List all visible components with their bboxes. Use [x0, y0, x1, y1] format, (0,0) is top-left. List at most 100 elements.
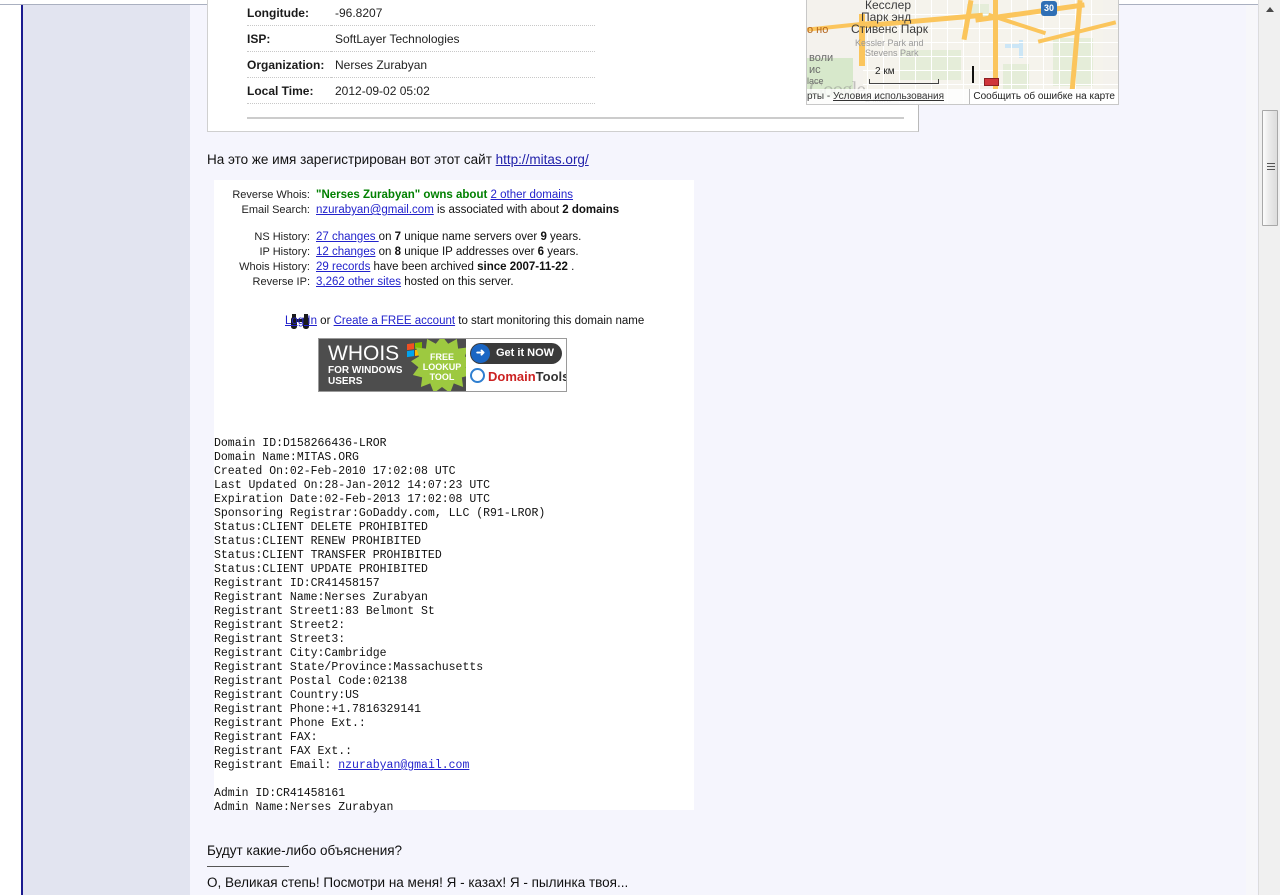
- reverse-ip-link[interactable]: 3,262 other sites: [316, 276, 401, 288]
- star-line3: TOOL: [429, 372, 455, 382]
- row-value: 29 records have been archived since 2007…: [316, 261, 619, 276]
- row-value: SoftLayer Technologies: [331, 25, 595, 52]
- domaintools-ad-banner[interactable]: WHOIS FOR WINDOWS USERS FREE LOOKUP TOOL…: [318, 338, 567, 392]
- map-label-voli-ru: воли: [809, 52, 834, 64]
- whois-summary-table: Reverse Whois: "Nerses Zurabyan" owns ab…: [214, 189, 619, 291]
- row-label: Organization:: [247, 51, 331, 78]
- table-row: NS History: 27 changes on 7 unique name …: [214, 219, 619, 246]
- intro-text: На это же имя зарегистрирован вот этот с…: [207, 152, 496, 167]
- map-terms-link[interactable]: Условия использования: [833, 91, 944, 102]
- star-line2: LOOKUP: [422, 362, 462, 372]
- scroll-up-button[interactable]: [1259, 0, 1280, 18]
- raw-whois-box: Domain ID:D158266436-LROR Domain Name:MI…: [214, 411, 694, 814]
- row-value: nzurabyan@gmail.com is associated with a…: [316, 204, 619, 219]
- ad-subtitle: FOR WINDOWS USERS: [328, 365, 402, 387]
- table-row: ISP: SoftLayer Technologies: [247, 25, 595, 52]
- map-report-error-button[interactable]: Сообщить об ошибке на карте: [969, 89, 1118, 104]
- arrow-right-icon: ➜: [471, 344, 490, 363]
- table-row: Longitude: -96.8207: [247, 0, 595, 26]
- table-row: Reverse Whois: "Nerses Zurabyan" owns ab…: [214, 189, 619, 204]
- question-line: Будут какие-либо объяснения?: [207, 843, 403, 858]
- ad-subtitle-line1: FOR WINDOWS: [328, 365, 403, 376]
- ns-text-2: unique name servers over: [401, 231, 541, 243]
- row-key: Reverse IP:: [252, 276, 310, 288]
- table-row: Email Search: nzurabyan@gmail.com is ass…: [214, 204, 620, 219]
- map-label-stevens-en: Stevens Park: [865, 48, 919, 58]
- ns-text-3: years.: [546, 231, 582, 243]
- table-row: Reverse IP: 3,262 other sites hosted on …: [214, 276, 619, 291]
- row-label: Longitude:: [247, 0, 331, 26]
- map-label-is-ru: ис: [809, 64, 821, 76]
- whois-history-link[interactable]: 29 records: [316, 261, 370, 273]
- row-label: ISP:: [247, 25, 331, 52]
- row-key: IP History:: [259, 246, 310, 258]
- ns-text-1: on: [378, 231, 395, 243]
- email-search-text: is associated with about: [433, 204, 563, 216]
- monitor-domain-row: Log In or Create a FREE account to start…: [285, 315, 644, 327]
- raw-whois-text: Domain ID:D158266436-LROR Domain Name:MI…: [214, 437, 545, 815]
- page-scrollbar[interactable]: [1258, 0, 1280, 895]
- ip-info-table: Longitude: -96.8207 ISP: SoftLayer Techn…: [247, 0, 595, 104]
- row-value: 3,262 other sites hosted on this server.: [316, 276, 619, 291]
- or-text: or: [316, 315, 334, 327]
- create-account-link[interactable]: Create a FREE account: [334, 315, 455, 327]
- row-key: Reverse Whois:: [232, 189, 310, 201]
- brand-tools: Tools: [535, 369, 567, 384]
- panel-divider: [247, 117, 904, 119]
- ns-history-link[interactable]: 27 changes: [316, 231, 379, 243]
- email-search-count: 2 domains: [562, 204, 620, 216]
- row-value: -96.8207: [331, 0, 595, 26]
- ad-subtitle-line2: USERS: [328, 376, 363, 387]
- scrollbar-thumb[interactable]: [1262, 110, 1278, 226]
- map-footer-prefix: рты -: [807, 91, 833, 102]
- scrollbar-grip-icon: [1267, 163, 1275, 170]
- star-line1: FREE: [429, 352, 454, 362]
- row-value: 27 changes on 7 unique name servers over…: [316, 219, 619, 246]
- other-domains-link[interactable]: 2 other domains: [491, 189, 573, 201]
- signature-divider: [207, 866, 289, 867]
- table-row: Organization: Nerses Zurabyan: [247, 51, 595, 78]
- table-row: Local Time: 2012-09-02 05:02: [247, 77, 595, 104]
- raw-whois-head: Domain ID:D158266436-LROR Domain Name:MI…: [214, 437, 546, 772]
- intro-paragraph: На это же имя зарегистрирован вот этот с…: [207, 152, 589, 167]
- brand-domain: Domain: [488, 369, 536, 384]
- row-value: 2012-09-02 05:02: [331, 77, 595, 104]
- row-key: Whois History:: [239, 261, 310, 273]
- row-label: Local Time:: [247, 77, 331, 104]
- domaintools-logo: DomainTools: [472, 369, 567, 384]
- log-in-link[interactable]: Log In: [285, 315, 317, 327]
- row-value: 12 changes on 8 unique IP addresses over…: [316, 246, 619, 261]
- map-label-kessler-en: Kessler Park and: [855, 38, 924, 48]
- forum-left-border: [21, 5, 23, 895]
- raw-whois-tail: Admin ID:CR41458161 Admin Name:Nerses Zu…: [214, 787, 394, 814]
- chevron-up-icon: [1266, 7, 1274, 12]
- table-row: Whois History: 29 records have been arch…: [214, 261, 619, 276]
- row-key: Email Search:: [241, 204, 310, 216]
- row-key: NS History:: [254, 231, 310, 243]
- map-marker: [984, 78, 999, 86]
- ad-right-panel: ➜ Get it NOW DomainTools: [466, 339, 566, 391]
- highway-shield-icon: 30: [1041, 1, 1057, 16]
- ip-text-3: years.: [544, 246, 579, 258]
- registrant-email-link[interactable]: nzurabyan@gmail.com: [338, 759, 469, 772]
- ip-history-link[interactable]: 12 changes: [316, 246, 375, 258]
- ip-text-1: on: [375, 246, 395, 258]
- mitas-org-link[interactable]: http://mitas.org/: [496, 152, 589, 167]
- email-search-link[interactable]: nzurabyan@gmail.com: [316, 204, 434, 216]
- get-it-now-label: Get it NOW: [496, 347, 555, 359]
- whois-hist-text-2: .: [567, 261, 575, 273]
- location-map[interactable]: 30 Кесслер Парк энд Стивенс Парк Kessler…: [806, 0, 1119, 105]
- map-scale-bar: 2 км: [869, 61, 939, 84]
- monitor-tail-text: to start monitoring this domain name: [455, 315, 645, 327]
- whois-hist-since: since 2007-11-22: [477, 261, 568, 273]
- signature-line: О, Великая степь! Посмотри на меня! Я - …: [207, 875, 629, 890]
- ad-whois-title: WHOIS: [328, 342, 400, 365]
- ip-lookup-panel: Longitude: -96.8207 ISP: SoftLayer Techn…: [207, 0, 1119, 132]
- page-root: Longitude: -96.8207 ISP: SoftLayer Techn…: [0, 0, 1280, 895]
- map-scale-label: 2 км: [875, 66, 895, 77]
- reverse-whois-owner: "Nerses Zurabyan" owns about: [316, 189, 488, 201]
- whois-hist-text-1: have been archived: [370, 261, 478, 273]
- table-row: IP History: 12 changes on 8 unique IP ad…: [214, 246, 619, 261]
- get-it-now-button[interactable]: ➜ Get it NOW: [470, 343, 562, 364]
- row-value: "Nerses Zurabyan" owns about 2 other dom…: [316, 189, 619, 204]
